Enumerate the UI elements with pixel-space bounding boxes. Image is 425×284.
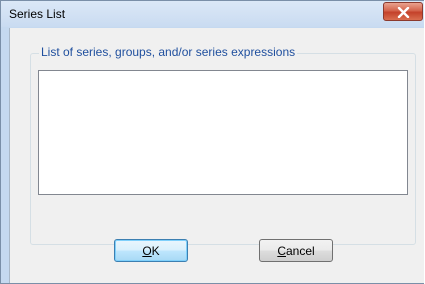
cancel-mnemonic: C (277, 243, 286, 258)
cancel-label-rest: ancel (285, 243, 315, 258)
window-title: Series List (9, 7, 66, 21)
ok-label-rest: K (151, 243, 160, 258)
ok-button[interactable]: OK (114, 239, 188, 262)
series-groupbox: List of series, groups, and/or series ex… (30, 45, 416, 245)
close-button[interactable] (383, 2, 423, 21)
ok-mnemonic: O (142, 243, 152, 258)
series-listbox[interactable] (38, 70, 408, 195)
close-icon (397, 7, 410, 18)
dialog-client-area: List of series, groups, and/or series ex… (9, 28, 424, 283)
cancel-button[interactable]: Cancel (259, 239, 333, 262)
groupbox-label: List of series, groups, and/or series ex… (39, 45, 298, 59)
dialog-window: Series List List of series, groups, and/… (0, 0, 424, 284)
title-bar[interactable]: Series List (1, 1, 424, 27)
